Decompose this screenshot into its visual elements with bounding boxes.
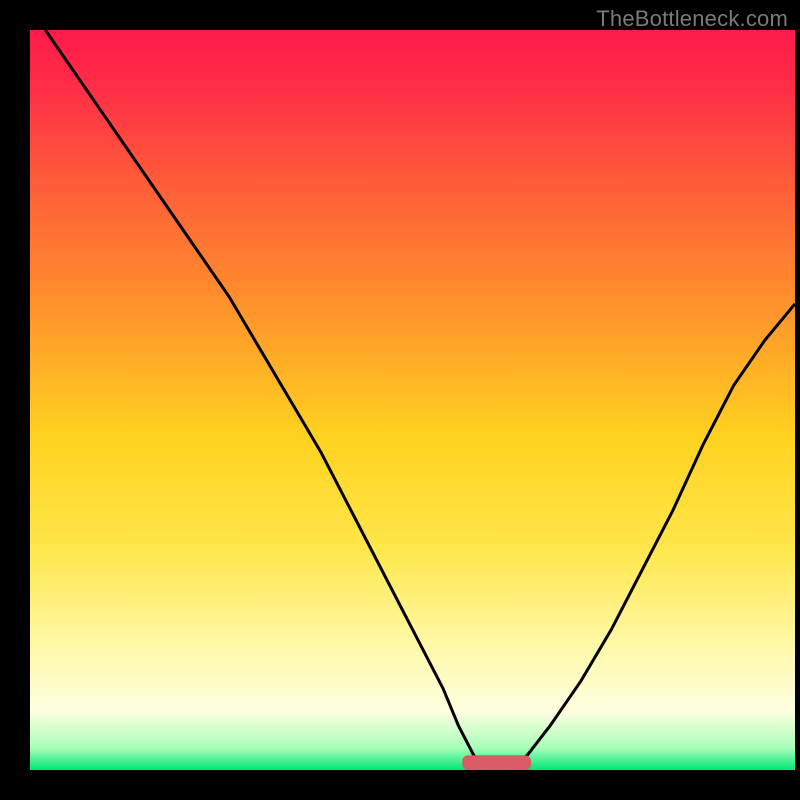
bottleneck-chart bbox=[0, 0, 800, 800]
chart-frame: TheBottleneck.com bbox=[0, 0, 800, 800]
optimal-zone-marker bbox=[462, 755, 531, 770]
frame-bottom bbox=[0, 770, 800, 800]
frame-right bbox=[795, 0, 800, 800]
watermark-label: TheBottleneck.com bbox=[596, 6, 788, 32]
plot-background bbox=[30, 30, 795, 770]
frame-left bbox=[0, 0, 30, 800]
